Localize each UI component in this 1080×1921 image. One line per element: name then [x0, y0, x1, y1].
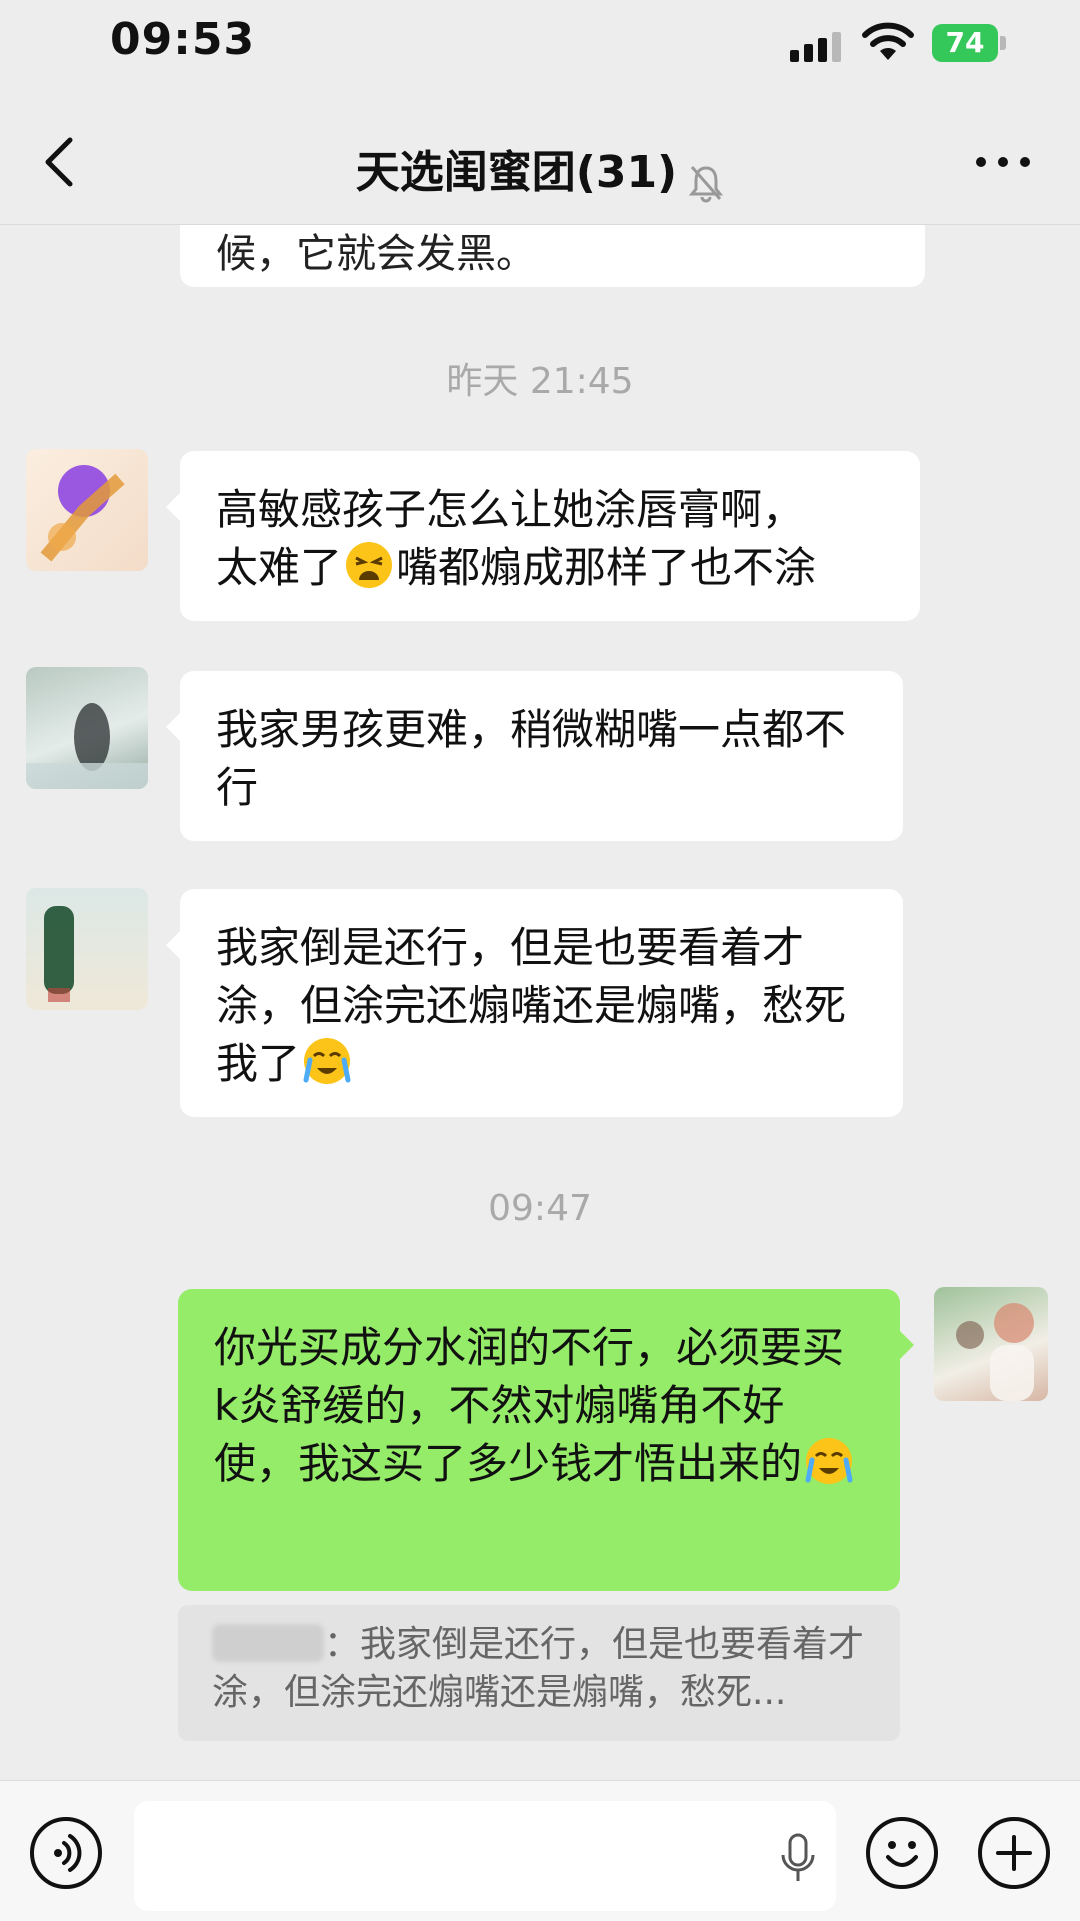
crying-face-emoji-icon	[303, 1038, 351, 1084]
input-bar	[0, 1780, 1080, 1921]
ellipsis-icon[interactable]	[976, 152, 1030, 172]
chat-title-row: 天选闺蜜团(31)	[0, 136, 1080, 203]
quoted-message[interactable]: ：我家倒是还行，但是也要看着才涂，但涂完还煽嘴还是煽嘴，愁死...	[178, 1605, 900, 1741]
message-text: 候，它就会发黑。	[216, 231, 536, 277]
message-bubble[interactable]: 高敏感孩子怎么让她涂唇膏啊， 太难了 嘴都煽成那样了也不涂	[166, 451, 920, 621]
message-text: 太难了	[216, 543, 343, 592]
crying-face-emoji-icon	[805, 1438, 853, 1484]
chat-messages[interactable]: 候，它就会发黑。 昨天 21:45 高敏感孩子怎么让她涂唇膏啊， 太难了 嘴都煽成…	[0, 225, 1080, 1780]
bell-slash-icon	[689, 165, 724, 202]
wifi-icon	[862, 22, 914, 60]
message-bubble[interactable]: 我家男孩更难，稍微糊嘴一点都不行	[166, 671, 903, 841]
message-bubble[interactable]: 我家倒是还行，但是也要看着才涂，但涂完还煽嘴还是煽嘴，愁死我了	[166, 889, 903, 1117]
avatar[interactable]	[26, 449, 148, 571]
avatar-image	[956, 1303, 1034, 1401]
message-bubble-partial[interactable]: 候，它就会发黑。	[180, 225, 925, 287]
avatar[interactable]	[26, 667, 148, 789]
status-bar: 09:53 74	[0, 0, 1080, 100]
voice-waves-glyph	[54, 1834, 82, 1872]
timestamp: 09:47	[488, 1188, 592, 1229]
avatar-image	[26, 703, 148, 789]
quoted-sender-name-blurred	[212, 1624, 324, 1662]
plus-icon[interactable]	[978, 1817, 1050, 1889]
voice-mode-icon[interactable]	[30, 1817, 102, 1889]
message-text-wrap: 我家倒是还行，但是也要看着才涂，但涂完还煽嘴还是煽嘴，愁死我了	[216, 919, 867, 1093]
message-bubble-self[interactable]: 你光买成分水润的不行，必须要买k炎舒缓的，不然对煽嘴角不好使，我这买了多少钱才悟…	[178, 1289, 914, 1591]
timestamp: 昨天 21:45	[446, 361, 634, 402]
battery-indicator: 74	[932, 24, 998, 62]
cellular-signal-icon	[790, 30, 844, 62]
smiley-icon[interactable]	[866, 1817, 938, 1889]
status-time: 09:53	[110, 14, 256, 65]
avatar-image	[40, 465, 125, 562]
battery-tip	[1000, 36, 1006, 50]
message-text-wrap: 你光买成分水润的不行，必须要买k炎舒缓的，不然对煽嘴角不好使，我这买了多少钱才悟…	[214, 1319, 864, 1493]
chat-header: 天选闺蜜团(31)	[0, 100, 1080, 225]
self-avatar[interactable]	[934, 1287, 1048, 1401]
message-line: 太难了 嘴都煽成那样了也不涂	[216, 539, 884, 597]
chat-title: 天选闺蜜团(31)	[355, 147, 678, 198]
microphone-icon[interactable]	[778, 1833, 818, 1885]
weary-face-emoji-icon	[346, 542, 393, 588]
message-text: 你光买成分水润的不行，必须要买k炎舒缓的，不然对煽嘴角不好使，我这买了多少钱才悟…	[214, 1323, 845, 1488]
smiley-glyph	[886, 1841, 918, 1867]
battery-level: 74	[945, 26, 985, 59]
plus-glyph	[996, 1835, 1032, 1871]
message-text: 我家男孩更难，稍微糊嘴一点都不行	[216, 705, 847, 812]
message-text: 高敏感孩子怎么让她涂唇膏啊，	[216, 485, 805, 534]
message-input[interactable]	[134, 1801, 836, 1911]
message-text: 嘴都煽成那样了也不涂	[396, 543, 817, 592]
avatar-image	[44, 906, 74, 1002]
avatar[interactable]	[26, 888, 148, 1010]
